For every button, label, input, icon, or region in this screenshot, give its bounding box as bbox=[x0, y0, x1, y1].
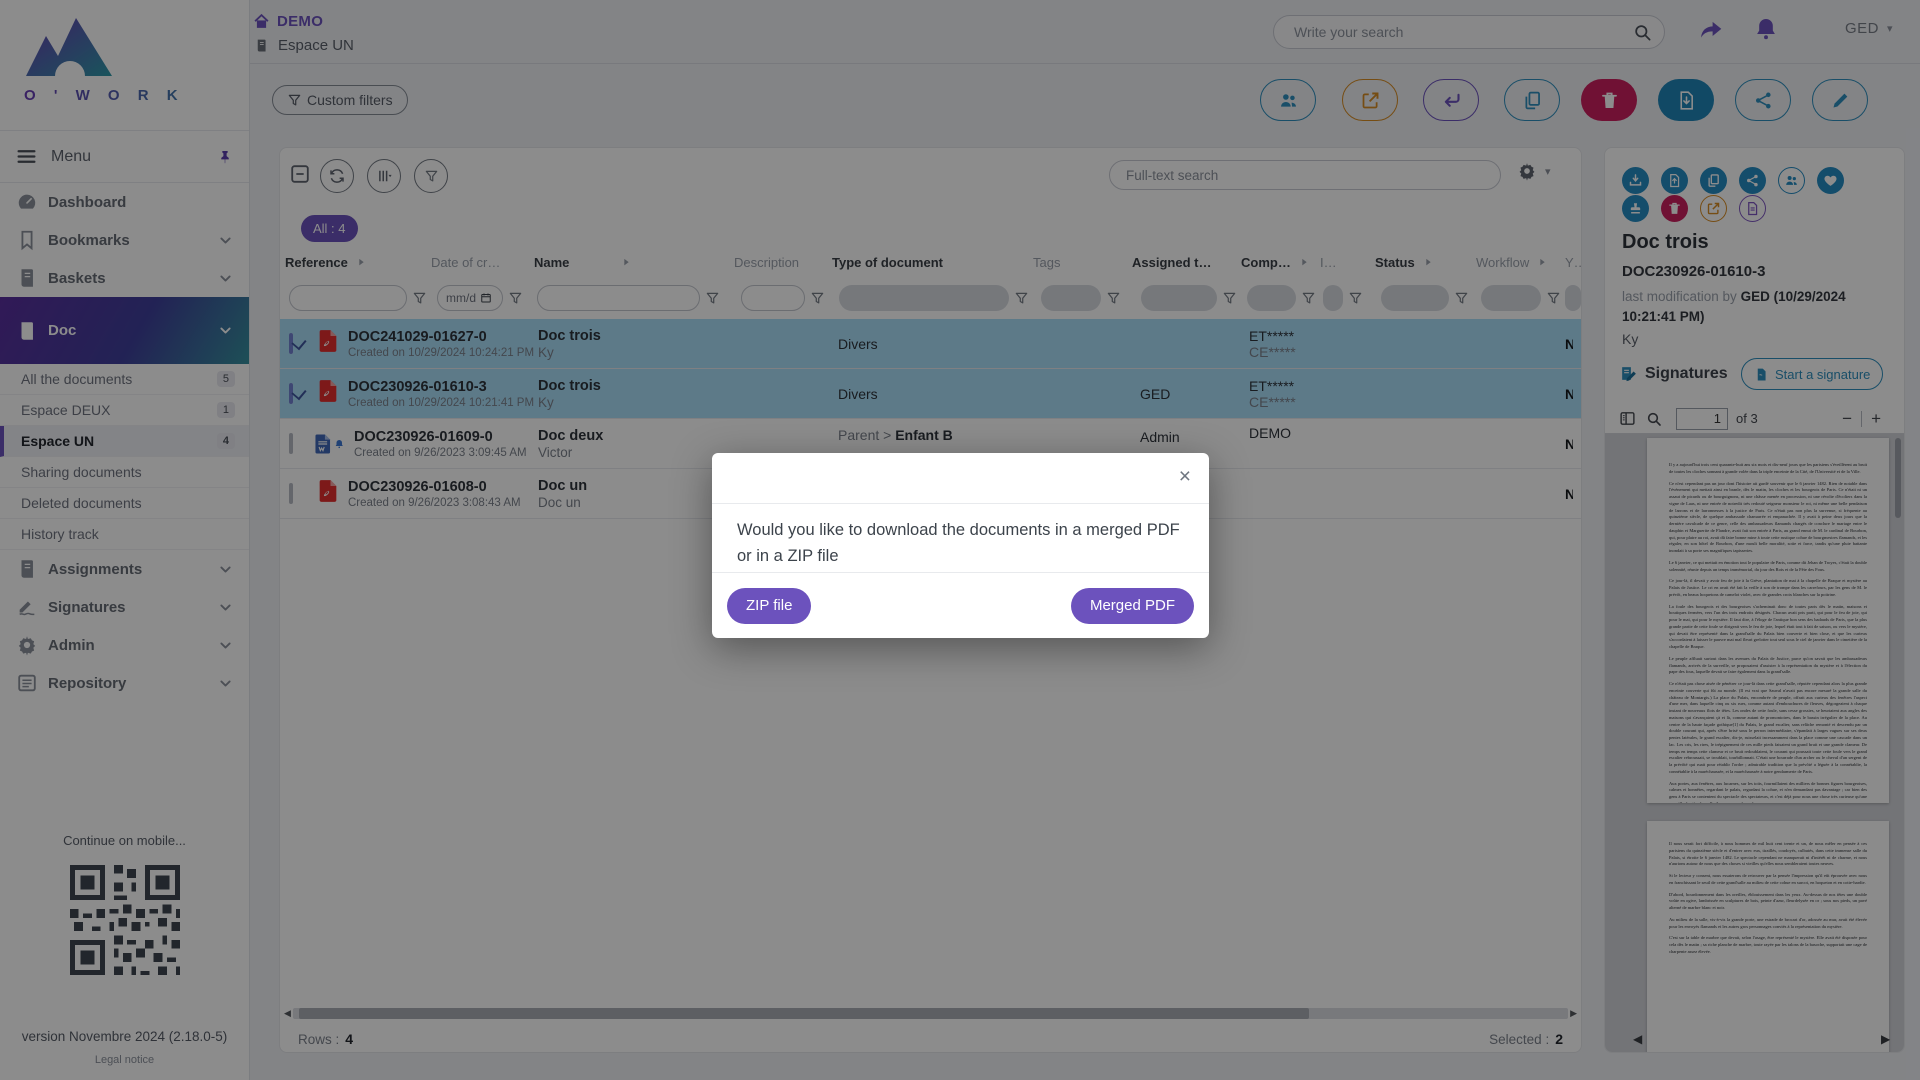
modal-footer: ZIP file Merged PDF bbox=[712, 572, 1209, 638]
close-icon[interactable]: × bbox=[1179, 466, 1191, 487]
app-root: O ' W O R K Menu Dashboard bbox=[0, 0, 1920, 1080]
modal-header: × bbox=[712, 453, 1209, 504]
zip-file-button[interactable]: ZIP file bbox=[727, 588, 811, 624]
merged-pdf-button[interactable]: Merged PDF bbox=[1071, 588, 1194, 624]
download-options-modal: × Would you like to download the documen… bbox=[712, 453, 1209, 638]
